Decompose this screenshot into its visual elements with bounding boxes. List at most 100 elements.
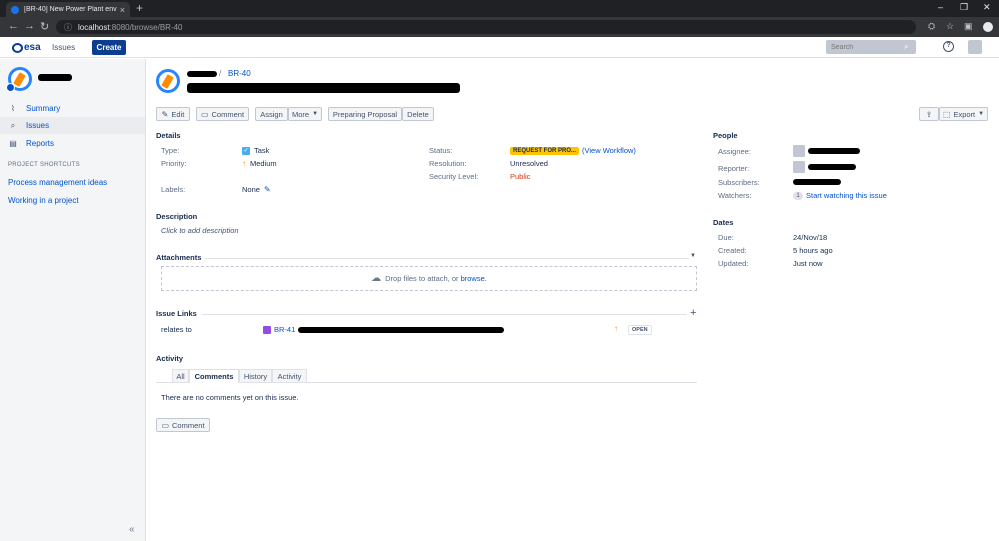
esa-logo[interactable]: esa <box>12 42 41 53</box>
shortcut-working-in-project[interactable]: Working in a project <box>8 196 79 205</box>
comment-button[interactable]: ▭ Comment <box>196 107 249 121</box>
updated-label: Updated: <box>718 259 749 268</box>
attachments-options-caret-icon[interactable]: ▼ <box>690 253 696 259</box>
create-button[interactable]: Create <box>92 40 126 55</box>
tab-all[interactable]: All <box>172 369 189 383</box>
tab-comments[interactable]: Comments <box>189 369 239 383</box>
forward-icon[interactable]: → <box>24 20 35 32</box>
watchers-value: 1 Start watching this issue <box>793 191 887 200</box>
activity-heading: Activity <box>156 354 184 363</box>
reporter-value[interactable] <box>793 161 856 173</box>
close-tab-icon[interactable]: × <box>120 5 125 15</box>
assign-button[interactable]: Assign <box>255 107 288 121</box>
type-value: ✓ Task <box>242 146 270 155</box>
issues-search-icon: ⌕ <box>10 120 16 130</box>
due-label: Due: <box>718 233 734 242</box>
start-watching-link[interactable]: Start watching this issue <box>806 191 887 200</box>
back-icon[interactable]: ← <box>8 20 19 32</box>
sidebar-item-summary[interactable]: ⌇ Summary <box>0 100 145 117</box>
resolution-label: Resolution: <box>429 159 467 168</box>
sidebar-item-issues[interactable]: ⌕ Issues <box>0 117 145 134</box>
tab-history[interactable]: History <box>239 369 272 383</box>
reporter-avatar <box>793 161 805 173</box>
due-value: 24/Nov/18 <box>793 233 828 242</box>
jira-favicon-icon <box>11 5 19 14</box>
updated-value: Just now <box>793 259 823 268</box>
edit-button[interactable]: ✎ Edit <box>156 107 190 121</box>
share-button[interactable]: ⇪ <box>919 107 939 121</box>
preparing-proposal-button[interactable]: Preparing Proposal <box>328 107 402 121</box>
priority-value: ↑ Medium <box>242 159 277 168</box>
sidebar-item-label: Reports <box>26 139 55 148</box>
comment-icon: ▭ <box>200 109 209 119</box>
site-info-icon[interactable]: ⓘ <box>64 22 72 33</box>
more-button[interactable]: More ▼ <box>288 107 322 121</box>
search-icon[interactable]: ⌕ <box>904 42 908 52</box>
project-shortcuts-heading: PROJECT SHORTCUTS <box>8 162 80 168</box>
url-path: :8080/browse/BR-40 <box>109 22 183 32</box>
view-workflow-link[interactable]: (View Workflow) <box>582 146 636 155</box>
linked-issue[interactable]: BR-41 <box>263 325 505 334</box>
assignee-avatar <box>793 145 805 157</box>
sidebar-item-label: Issues <box>26 121 50 130</box>
export-button[interactable]: ⬚ Export ▼ <box>939 107 988 121</box>
chart-icon: ▤ <box>9 139 17 148</box>
reload-icon[interactable]: ↻ <box>40 20 49 33</box>
app-header: esa Issues Create ⌕ ? <box>0 37 999 58</box>
link-relation-label: relates to <box>161 325 192 334</box>
pencil-icon <box>161 74 174 89</box>
sidebar-item-reports[interactable]: ▤ Reports <box>0 135 145 152</box>
no-comments-text: There are no comments yet on this issue. <box>161 393 299 402</box>
translate-icon[interactable]: ⛭ <box>928 21 935 32</box>
tab-activity[interactable]: Activity <box>272 369 307 383</box>
browser-profile-icon[interactable] <box>983 22 993 32</box>
attachments-divider <box>205 258 689 259</box>
attachment-dropzone[interactable]: ☁ Drop files to attach, or browse. <box>161 266 697 291</box>
pencil-icon: ✎ <box>161 109 169 119</box>
browser-tab-title: [BR-40] New Power Plant environ <box>24 6 117 13</box>
issue-type-icon <box>263 325 271 334</box>
add-link-plus-icon[interactable]: + <box>690 307 696 319</box>
maximize-icon[interactable]: ❐ <box>960 2 968 13</box>
linked-issue-key[interactable]: BR-41 <box>274 325 295 334</box>
browser-tab[interactable]: [BR-40] New Power Plant environ × <box>6 2 130 17</box>
labels-value[interactable]: None ✎ <box>242 185 271 194</box>
bottom-comment-button[interactable]: ▭ Comment <box>156 418 210 432</box>
security-level-label: Security Level: <box>429 172 479 181</box>
browse-link[interactable]: browse. <box>461 274 487 283</box>
search-input[interactable] <box>826 40 916 54</box>
address-bar[interactable]: ⓘ localhost :8080/browse/BR-40 <box>56 20 916 34</box>
dropdown-caret-icon: ▼ <box>312 111 319 117</box>
status-lozenge[interactable]: REQUEST FOR PRO... <box>510 146 580 155</box>
dropdown-caret-icon: ▼ <box>978 111 985 117</box>
assignee-value[interactable] <box>793 145 860 157</box>
assignee-name-redacted <box>808 148 860 154</box>
shortcut-process-management[interactable]: Process management ideas <box>8 178 107 187</box>
description-placeholder[interactable]: Click to add description <box>161 226 239 235</box>
issue-summary-redacted <box>187 83 460 93</box>
sidebar-item-label: Summary <box>26 104 61 113</box>
extension-icon[interactable]: ▣ <box>964 21 973 32</box>
user-avatar[interactable] <box>968 40 982 54</box>
attachments-heading: Attachments <box>156 253 202 262</box>
assignee-label: Assignee: <box>718 147 751 156</box>
delete-button[interactable]: Delete <box>402 107 434 121</box>
new-tab-icon[interactable]: + <box>136 1 143 15</box>
status-label: Status: <box>429 146 453 155</box>
watch-count-badge[interactable]: 1 <box>793 191 803 200</box>
nav-issues-menu[interactable]: Issues <box>52 43 75 52</box>
priority-arrow-up-icon: ↑ <box>242 159 246 168</box>
share-icon: ⇪ <box>925 109 933 119</box>
breadcrumb-issue-key[interactable]: BR-40 <box>228 69 251 78</box>
minimize-icon[interactable]: – <box>938 2 943 12</box>
project-sidebar: ⌇ Summary ⌕ Issues ▤ Reports PROJECT SHO… <box>0 59 146 541</box>
edit-labels-pencil-icon[interactable]: ✎ <box>264 185 271 194</box>
window-close-icon[interactable]: ✕ <box>983 2 991 13</box>
collapse-sidebar-icon[interactable]: « <box>129 524 135 535</box>
logo-text: esa <box>24 42 41 53</box>
esa-logo-icon <box>12 42 23 53</box>
dates-heading: Dates <box>713 218 734 227</box>
help-icon[interactable]: ? <box>943 41 954 52</box>
bookmark-star-icon[interactable]: ☆ <box>946 21 954 32</box>
issue-project-avatar[interactable] <box>156 69 180 93</box>
